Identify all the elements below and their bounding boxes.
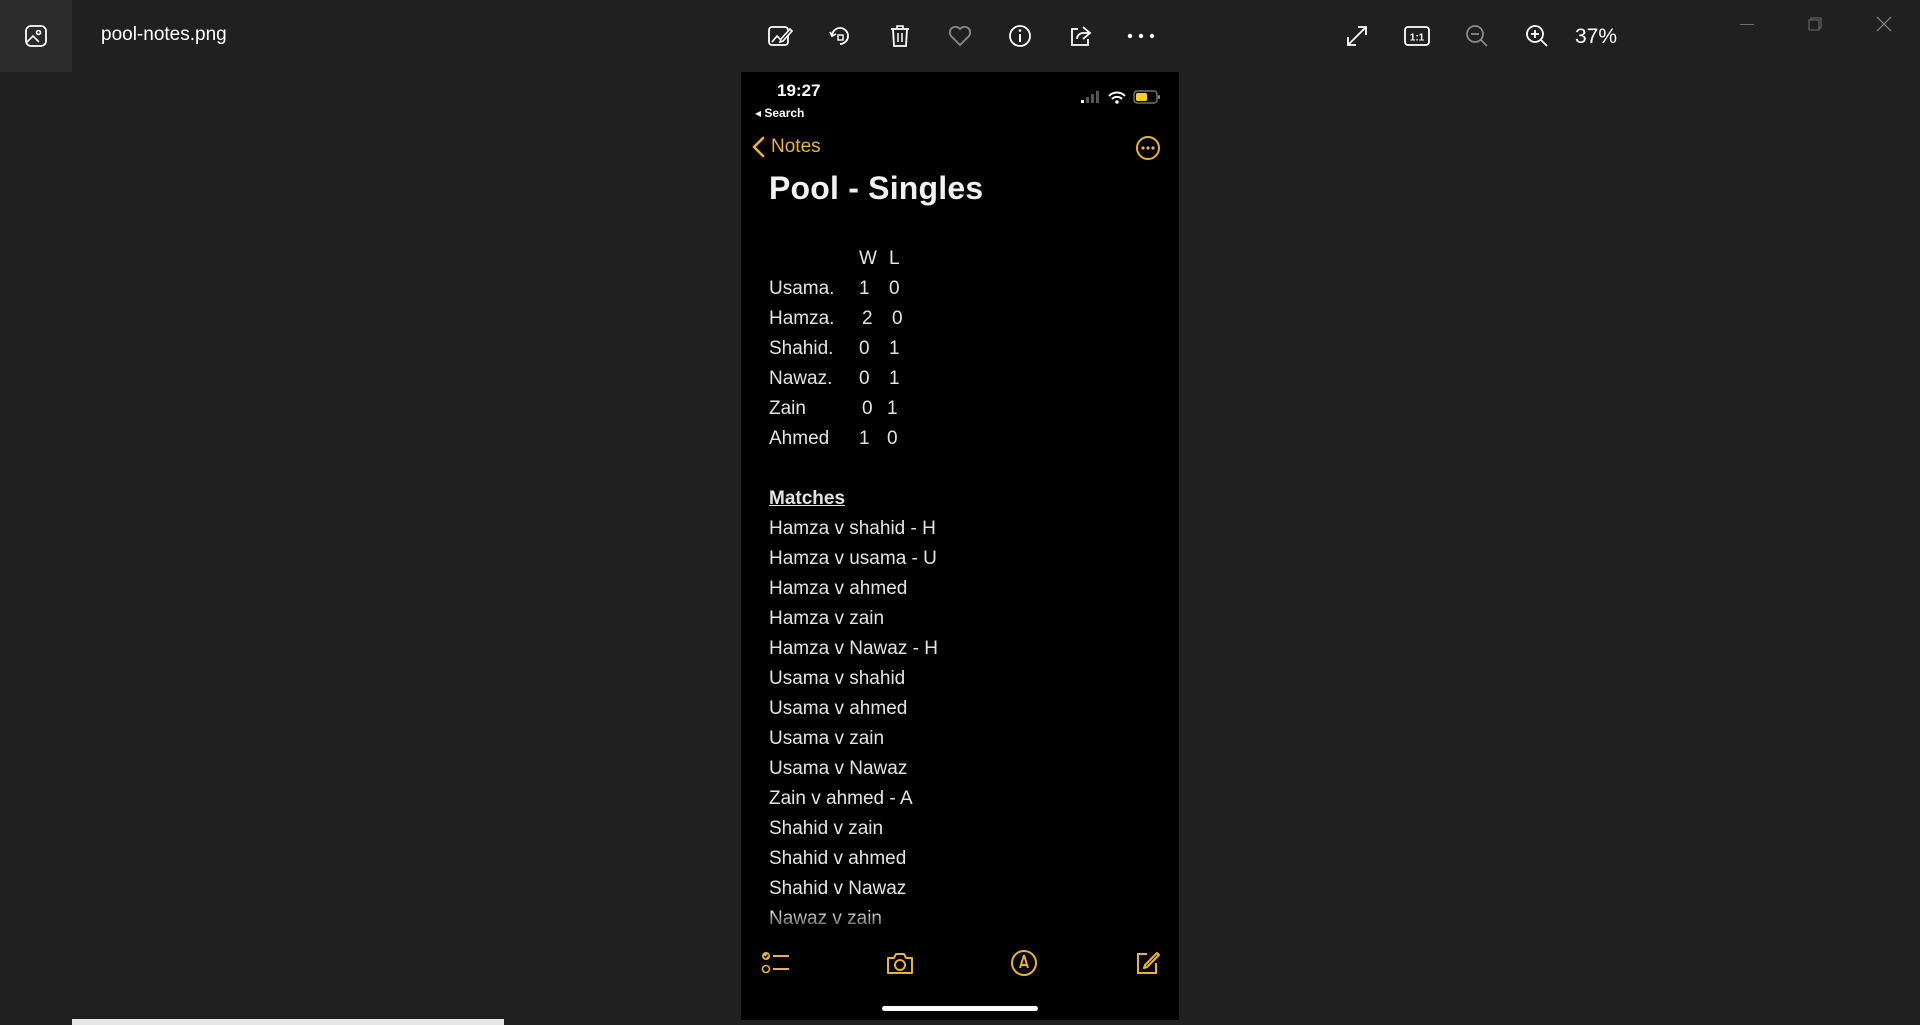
player-name: Nawaz.: [769, 368, 833, 389]
camera-button[interactable]: [883, 946, 917, 980]
favorite-button[interactable]: [940, 16, 980, 56]
zoom-level[interactable]: 37%: [1575, 25, 1617, 49]
close-icon: [1876, 16, 1892, 32]
player-name: Usama.: [769, 278, 835, 299]
photos-icon: [25, 25, 47, 47]
horizontal-scrollbar[interactable]: [72, 1019, 504, 1025]
matches-heading: Matches: [769, 488, 846, 509]
note-more-button[interactable]: [1135, 135, 1161, 166]
player-losses: 0: [887, 428, 898, 449]
player-wins: 0: [859, 338, 870, 359]
status-back-link: ◂ Search: [755, 106, 805, 120]
share-icon: [1071, 26, 1092, 46]
match-item: Usama v shahid: [769, 668, 906, 689]
player-wins: 2: [862, 308, 873, 329]
restore-icon: [1808, 17, 1822, 31]
heart-icon: [948, 25, 972, 47]
actual-size-button[interactable]: 1:1: [1397, 16, 1437, 56]
match-item: Hamza v ahmed: [769, 578, 908, 599]
zoom-in-button[interactable]: [1517, 16, 1557, 56]
compose-icon: [1137, 952, 1160, 974]
markup-pen-icon: [1011, 950, 1037, 976]
match-item: Shahid v zain: [769, 818, 884, 839]
edit-image-button[interactable]: [760, 16, 800, 56]
full-screen-button[interactable]: [1337, 16, 1377, 56]
match-item: Hamza v Nawaz - H: [769, 638, 938, 659]
score-row: Ahmed 1 0: [769, 424, 1169, 454]
zoom-out-icon: [1466, 25, 1488, 47]
actual-size-label: 1:1: [1410, 33, 1425, 44]
player-wins: 0: [862, 398, 873, 419]
match-item: Hamza v shahid - H: [769, 518, 936, 539]
score-row: Usama. 1 0: [769, 274, 1169, 304]
score-row: Shahid. 0 1: [769, 334, 1169, 364]
info-icon: [1009, 25, 1031, 47]
file-name: pool-notes.png: [101, 24, 227, 45]
chevron-left-icon: [752, 136, 765, 158]
checklist-icon: [761, 952, 789, 974]
wifi-icon: [1108, 91, 1126, 104]
full-screen-icon: [1347, 26, 1367, 46]
score-row: Hamza. 2 0: [769, 304, 1169, 334]
player-losses: 1: [887, 398, 898, 419]
losses-header: L: [889, 248, 900, 269]
share-button[interactable]: [1060, 16, 1100, 56]
player-wins: 0: [859, 368, 870, 389]
player-name: Ahmed: [769, 428, 830, 449]
match-item: Shahid v Nawaz: [769, 878, 907, 899]
score-row: Zain 0 1: [769, 394, 1169, 424]
player-wins: 1: [859, 428, 870, 449]
delete-icon: [891, 25, 909, 47]
zoom-in-icon: [1526, 25, 1548, 47]
match-item: Hamza v zain: [769, 608, 885, 629]
signal-icon: [1081, 91, 1099, 103]
rotate-button[interactable]: [820, 16, 860, 56]
player-wins: 1: [859, 278, 870, 299]
match-item: Usama v zain: [769, 728, 885, 749]
zoom-out-button[interactable]: [1457, 16, 1497, 56]
score-row: Nawaz. 0 1: [769, 364, 1169, 394]
camera-icon: [887, 953, 913, 974]
match-item: Usama v ahmed: [769, 698, 908, 719]
note-body: W L Usama. 1 0 Hamza. 2 0 Shahid. 0 1 Na…: [769, 244, 1169, 934]
more-options-button[interactable]: [1121, 16, 1161, 56]
score-header-row: W L: [769, 244, 1169, 274]
maximize-button[interactable]: [1792, 4, 1838, 44]
player-name: Hamza.: [769, 308, 835, 329]
minimize-icon: [1740, 24, 1754, 25]
status-time: 19:27: [777, 81, 821, 100]
notes-back-label: Notes: [771, 136, 821, 157]
wins-header: W: [859, 248, 877, 269]
home-indicator: [882, 1006, 1038, 1011]
notes-back-button[interactable]: Notes: [751, 136, 821, 158]
actual-size-icon: 1:1: [1404, 26, 1430, 46]
image-canvas: 19:27 ◂ Search Notes Pool - Singles W L …: [741, 72, 1179, 1020]
match-item: Hamza v usama - U: [769, 548, 937, 569]
player-losses: 0: [889, 278, 900, 299]
ellipsis-circle-icon: [1136, 136, 1160, 160]
player-name: Shahid.: [769, 338, 834, 359]
player-losses: 1: [889, 338, 900, 359]
match-item: Usama v Nawaz: [769, 758, 908, 779]
minimize-button[interactable]: [1724, 4, 1770, 44]
compose-button[interactable]: [1130, 946, 1164, 980]
checklist-button[interactable]: [759, 946, 793, 980]
status-icons: [1081, 90, 1161, 104]
more-icon: [1127, 33, 1155, 39]
player-name: Zain: [769, 398, 806, 419]
player-losses: 0: [892, 308, 903, 329]
info-button[interactable]: [1000, 16, 1040, 56]
edit-image-icon: [768, 26, 793, 46]
photos-app-icon[interactable]: [0, 0, 72, 72]
match-item: Shahid v ahmed: [769, 848, 907, 869]
rotate-icon: [829, 27, 849, 45]
match-item: Zain v ahmed - A: [769, 788, 913, 809]
markup-button[interactable]: [1007, 946, 1041, 980]
battery-icon: [1133, 90, 1160, 104]
note-title: Pool - Singles: [769, 170, 984, 206]
delete-button[interactable]: [880, 16, 920, 56]
player-losses: 1: [889, 368, 900, 389]
close-button[interactable]: [1861, 4, 1907, 44]
